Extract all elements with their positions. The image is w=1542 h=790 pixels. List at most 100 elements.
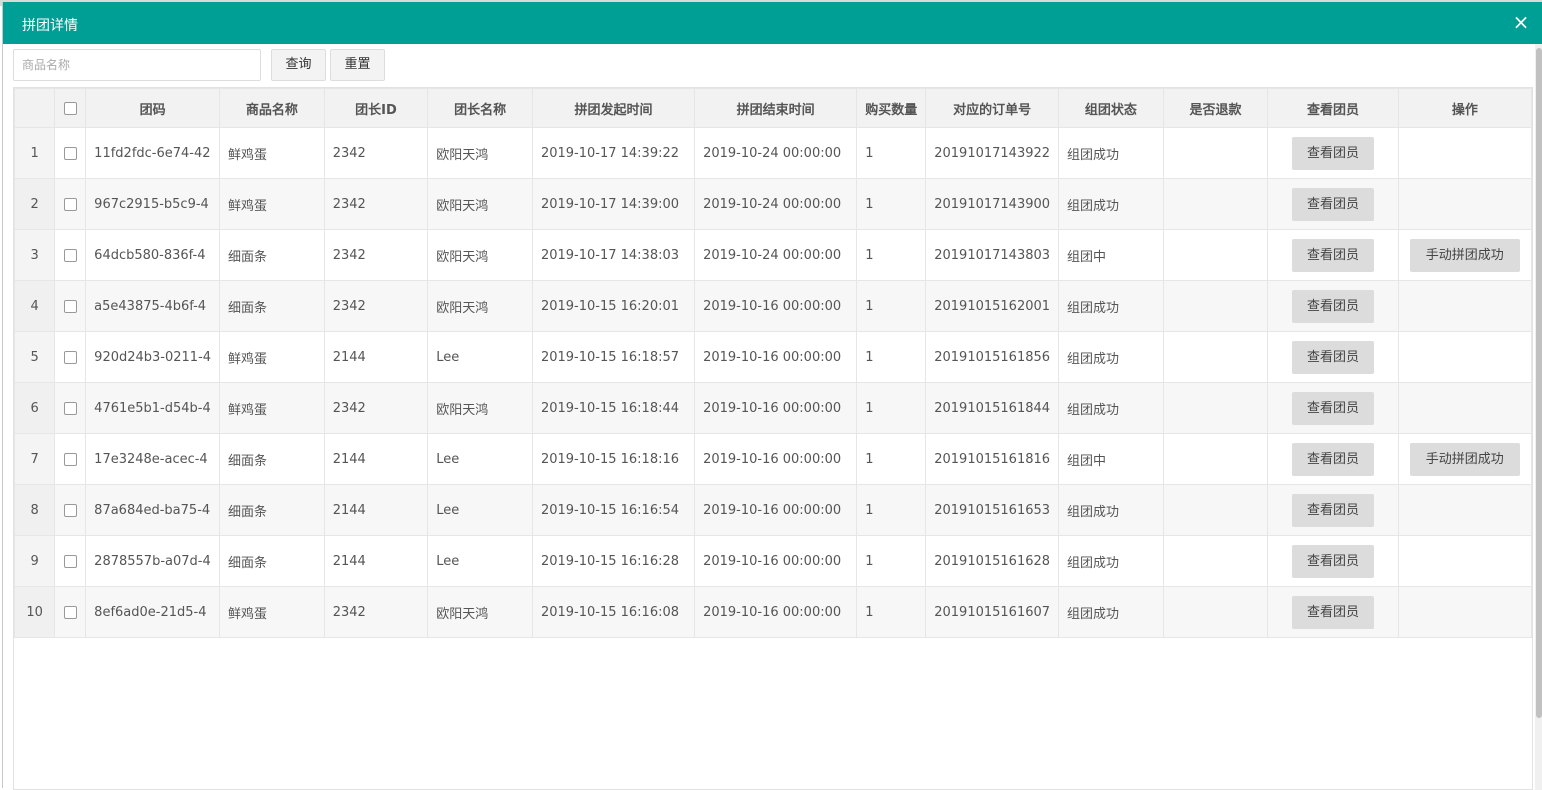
cell-qty: 1 <box>856 484 927 536</box>
view-members-button[interactable]: 查看团员 <box>1292 289 1374 323</box>
cell-start: 2019-10-17 14:39:22 <box>531 127 696 179</box>
header-cell[interactable]: 对应的订单号 <box>925 88 1060 128</box>
scrollbar-thumb[interactable] <box>1536 48 1542 718</box>
manual-group-success-button[interactable]: 手动拼团成功 <box>1409 238 1520 272</box>
cell-end: 2019-10-16 00:00:00 <box>694 484 858 536</box>
table-row[interactable]: 6 4761e5b1-d54b-4 鲜鸡蛋 2342 欧阳天鸿 2019-10-15 16… <box>14 382 1532 434</box>
view-members-button[interactable]: 查看团员 <box>1292 391 1374 425</box>
row-select-cell[interactable] <box>54 484 87 536</box>
view-members-button[interactable]: 查看团员 <box>1292 340 1374 374</box>
row-select-cell[interactable] <box>54 586 87 638</box>
header-cell[interactable]: 团码 <box>85 88 221 128</box>
cell-qty: 1 <box>856 178 927 230</box>
row-select-cell[interactable] <box>54 229 87 281</box>
row-select-cell[interactable] <box>54 178 87 230</box>
row-select-cell[interactable] <box>54 331 87 383</box>
view-members-button[interactable]: 查看团员 <box>1292 493 1374 527</box>
cell-leader-id: 2144 <box>323 331 429 383</box>
header-select-all[interactable] <box>54 88 87 128</box>
view-members-button[interactable]: 查看团员 <box>1292 136 1374 170</box>
row-select-cell[interactable] <box>54 535 87 587</box>
table-row[interactable]: 3 64dcb580-836f-4 细面条 2342 欧阳天鸿 2019-10-17 14… <box>14 229 1532 281</box>
table-row[interactable]: 10 8ef6ad0e-21d5-4 鲜鸡蛋 2342 欧阳天鸿 2019-10-15 1… <box>14 586 1532 638</box>
header-cell[interactable]: 团长ID <box>323 88 429 128</box>
cell-status: 组团成功 <box>1058 535 1164 587</box>
row-checkbox[interactable] <box>63 146 77 160</box>
row-select-cell[interactable] <box>54 433 87 485</box>
table-row[interactable]: 1 11fd2fdc-6e74-42 鲜鸡蛋 2342 欧阳天鸿 2019-10-17 1… <box>14 127 1532 179</box>
row-checkbox[interactable] <box>63 554 77 568</box>
table-row[interactable]: 5 920d24b3-0211-4 鲜鸡蛋 2144 Lee 2019-10-15 16:… <box>14 331 1532 383</box>
header-cell[interactable]: 购买数量 <box>856 88 927 128</box>
header-cell[interactable]: 组团状态 <box>1058 88 1164 128</box>
view-members-button[interactable]: 查看团员 <box>1292 595 1374 629</box>
cell-qty: 1 <box>856 382 927 434</box>
header-cell[interactable]: 操作 <box>1397 88 1532 128</box>
product-name-search-input[interactable] <box>13 49 261 81</box>
cell-action <box>1397 127 1532 179</box>
select-all-checkbox[interactable] <box>63 101 77 115</box>
cell-code: 11fd2fdc-6e74-42 <box>85 127 221 179</box>
row-index: 7 <box>14 433 56 485</box>
cell-end: 2019-10-16 00:00:00 <box>694 280 858 332</box>
header-cell[interactable]: 是否退款 <box>1162 88 1269 128</box>
row-checkbox[interactable] <box>63 197 77 211</box>
cell-view-members: 查看团员 <box>1267 178 1399 230</box>
table-row[interactable]: 7 17e3248e-acec-4 细面条 2144 Lee 2019-10-15 16:… <box>14 433 1532 485</box>
cell-code: 17e3248e-acec-4 <box>85 433 221 485</box>
cell-action: 手动拼团成功 <box>1397 433 1532 485</box>
header-cell[interactable]: 拼团结束时间 <box>694 88 858 128</box>
row-checkbox[interactable] <box>63 503 77 517</box>
table-row[interactable]: 2 967c2915-b5c9-4 鲜鸡蛋 2342 欧阳天鸿 2019-10-17 14… <box>14 178 1532 230</box>
view-members-button[interactable]: 查看团员 <box>1292 442 1374 476</box>
cell-action <box>1397 331 1532 383</box>
table-row[interactable]: 9 2878557b-a07d-4 细面条 2144 Lee 2019-10-15 16:… <box>14 535 1532 587</box>
reset-button[interactable]: 重置 <box>330 49 385 81</box>
cell-start: 2019-10-15 16:18:16 <box>531 433 696 485</box>
row-select-cell[interactable] <box>54 127 87 179</box>
cell-order: 20191017143922 <box>925 127 1060 179</box>
row-checkbox[interactable] <box>63 401 77 415</box>
cell-start: 2019-10-15 16:18:44 <box>531 382 696 434</box>
view-members-button[interactable]: 查看团员 <box>1292 238 1374 272</box>
cell-status: 组团中 <box>1058 433 1164 485</box>
cell-order: 20191017143803 <box>925 229 1060 281</box>
cell-status: 组团成功 <box>1058 127 1164 179</box>
row-index: 1 <box>14 127 56 179</box>
row-checkbox[interactable] <box>63 350 77 364</box>
cell-view-members: 查看团员 <box>1267 433 1399 485</box>
cell-start: 2019-10-15 16:18:57 <box>531 331 696 383</box>
cell-end: 2019-10-16 00:00:00 <box>694 586 858 638</box>
manual-group-success-button[interactable]: 手动拼团成功 <box>1409 442 1520 476</box>
row-checkbox[interactable] <box>63 605 77 619</box>
header-cell[interactable]: 查看团员 <box>1267 88 1399 128</box>
row-index: 8 <box>14 484 56 536</box>
cell-leader-id: 2342 <box>323 280 429 332</box>
group-detail-dialog: 拼团详情 × 查询 重置 团码 商品名称 团长ID 团长名称 <box>2 2 1542 790</box>
row-select-cell[interactable] <box>54 382 87 434</box>
header-cell[interactable]: 拼团发起时间 <box>531 88 696 128</box>
cell-leader-id: 2144 <box>323 433 429 485</box>
table-row[interactable]: 4 a5e43875-4b6f-4 细面条 2342 欧阳天鸿 2019-10-15 16… <box>14 280 1532 332</box>
cell-leader-id: 2342 <box>323 382 429 434</box>
cell-start: 2019-10-15 16:16:54 <box>531 484 696 536</box>
cell-leader-name: Lee <box>427 484 533 536</box>
header-cell[interactable]: 团长名称 <box>427 88 533 128</box>
row-index: 10 <box>14 586 56 638</box>
row-checkbox[interactable] <box>63 248 77 262</box>
view-members-button[interactable]: 查看团员 <box>1292 187 1374 221</box>
table-row[interactable]: 8 87a684ed-ba75-4 细面条 2144 Lee 2019-10-15 16:… <box>14 484 1532 536</box>
cell-qty: 1 <box>856 586 927 638</box>
row-checkbox[interactable] <box>63 299 77 313</box>
header-cell[interactable]: 商品名称 <box>219 88 325 128</box>
cell-product: 细面条 <box>219 433 325 485</box>
cell-refund <box>1162 382 1269 434</box>
cell-status: 组团中 <box>1058 229 1164 281</box>
close-icon[interactable]: × <box>1511 12 1531 32</box>
row-checkbox[interactable] <box>63 452 77 466</box>
view-members-button[interactable]: 查看团员 <box>1292 544 1374 578</box>
row-select-cell[interactable] <box>54 280 87 332</box>
cell-refund <box>1162 331 1269 383</box>
cell-leader-name: 欧阳天鸿 <box>427 280 533 332</box>
query-button[interactable]: 查询 <box>271 49 326 81</box>
